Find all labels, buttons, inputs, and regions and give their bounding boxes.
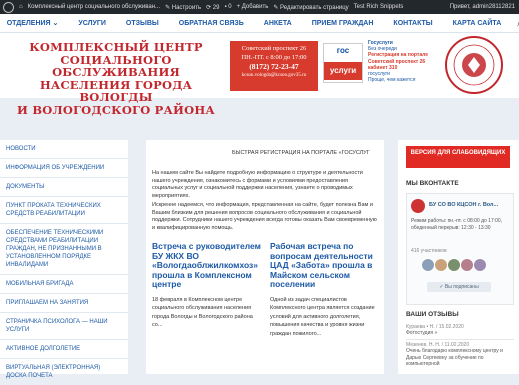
nav-sitemap[interactable]: КАРТА САЙТА xyxy=(453,20,502,27)
intro-paragraph-2: Искренне надеемся, что информация, предс… xyxy=(152,202,377,231)
admin-comments[interactable]: ▪ 0 xyxy=(224,4,231,10)
vk-avatar[interactable] xyxy=(411,199,425,213)
nav-reviews[interactable]: ОТЗЫВЫ xyxy=(126,20,159,27)
main-content: БЫСТРАЯ РЕГИСТРАЦИЯ НА ПОРТАЛЕ «ГОСУСЛУГ… xyxy=(146,140,384,374)
vk-member-avatars xyxy=(421,258,487,272)
admin-edit-page[interactable]: ✎ Редактировать страницу xyxy=(273,4,348,11)
admin-customize[interactable]: ✎ Настроить xyxy=(165,4,201,11)
admin-home-icon[interactable]: ⌂ xyxy=(19,4,23,10)
registration-link[interactable]: БЫСТРАЯ РЕГИСТРАЦИЯ НА ПОРТАЛЕ «ГОСУСЛУГ xyxy=(232,150,370,156)
sidebar-item-honor-board[interactable]: ВИРТУАЛЬНАЯ (ЭЛЕКТРОННАЯ) ДОСКА ПОЧЕТА xyxy=(0,359,128,385)
sidebar-menu: НОВОСТИ ИНФОРМАЦИЯ ОБ УЧРЕЖДЕНИИ ДОКУМЕН… xyxy=(0,140,128,379)
review-text[interactable]: Фотостудия » xyxy=(406,330,514,336)
review-text[interactable]: Очень благодарю комплексному центру и Да… xyxy=(406,348,514,367)
wordpress-icon[interactable] xyxy=(3,1,14,13)
news-excerpt: Одной из задач специалистов Комплексного… xyxy=(270,296,375,337)
sidebar-item-provision[interactable]: ОБЕСПЕЧЕНИЕ ТЕХНИЧЕСКИМИ СРЕДСТВАМИ РЕАБ… xyxy=(0,224,128,275)
nav-feedback[interactable]: ОБРАТНАЯ СВЯЗЬ xyxy=(179,20,244,27)
sidebar-item-psychologist[interactable]: СТРАНИЧКА ПСИХОЛОГА — НАШИ УСЛУГИ xyxy=(0,313,128,340)
contact-phone: (8172) 72-23-47 xyxy=(249,62,299,71)
nav-survey[interactable]: АНКЕТА xyxy=(264,20,292,27)
top-navigation: ОТДЕЛЕНИЯ ⌄ УСЛУГИ ОТЗЫВЫ ОБРАТНАЯ СВЯЗЬ… xyxy=(0,14,519,33)
vk-members[interactable]: 416 участников xyxy=(411,248,447,254)
site-header: КОМПЛЕКСНЫЙ ЦЕНТР СОЦИАЛЬНОГО ОБСЛУЖИВАН… xyxy=(0,33,519,116)
news-excerpt: 18 февраля в Комплексном центре социальн… xyxy=(152,296,253,329)
vk-heading: МЫ ВКОНТАКТЕ xyxy=(406,180,459,187)
contact-address: Советский проспект 26 xyxy=(241,45,307,52)
vk-group-name[interactable]: БУ СО ВО КЦСОН г. Вол... xyxy=(429,202,498,208)
seal-emblem-icon xyxy=(445,36,503,94)
divider xyxy=(406,338,514,340)
nav-services[interactable]: УСЛУГИ xyxy=(78,20,106,27)
news-title[interactable]: Рабочая встреча по вопросам деятельности… xyxy=(270,241,380,290)
right-sidebar: ВЕРСИЯ ДЛЯ СЛАБОВИДЯЩИХ МЫ ВКОНТАКТЕ БУ … xyxy=(398,140,519,374)
admin-snippets[interactable]: Test Rich Snippets xyxy=(354,4,404,10)
vk-schedule: Режим работы: пн.-пт. с 08:00 до 17:00, … xyxy=(411,218,503,231)
admin-bar: ⌂ Комплексный центр социального обслужив… xyxy=(0,0,519,14)
sidebar-item-longevity[interactable]: АКТИВНОЕ ДОЛГОЛЕТИЕ xyxy=(0,340,128,359)
admin-greeting[interactable]: Привет, admin28112821 xyxy=(450,4,515,10)
nav-contacts[interactable]: КОНТАКТЫ xyxy=(393,20,432,27)
gosuslugi-logo[interactable]: гос услуги xyxy=(323,43,363,83)
nav-reception[interactable]: ПРИЕМ ГРАЖДАН xyxy=(312,20,374,27)
vk-subscribed-button[interactable]: ✓ Вы подписаны xyxy=(427,282,491,292)
review-list: Кураева • Н. / 15.02.2020 Фотостудия » М… xyxy=(406,324,514,367)
site-title[interactable]: КОМПЛЕКСНЫЙ ЦЕНТР СОЦИАЛЬНОГО ОБСЛУЖИВАН… xyxy=(16,41,216,116)
contact-email[interactable]: kcson.vologda@kcson.gov35.ru xyxy=(230,71,318,80)
contact-hours: ПН.-ПТ. с 8:00 до 17:00 xyxy=(241,54,307,61)
gosuslugi-info: Госуслуги Без очереди Регистрация на пор… xyxy=(368,40,429,84)
contact-banner: Советский проспект 26 ПН.-ПТ. с 8:00 до … xyxy=(230,41,318,91)
news-item: Встреча с руководителем БУ ЖКХ ВО «Волог… xyxy=(152,241,262,330)
sidebar-item-rental[interactable]: ПУНКТ ПРОКАТА ТЕХНИЧЕСКИХ СРЕДСТВ РЕАБИЛ… xyxy=(0,197,128,224)
intro-paragraph: На нашем сайте Вы найдете подробную инфо… xyxy=(152,170,363,199)
reviews-heading: ВАШИ ОТЗЫВЫ xyxy=(406,311,459,318)
sidebar-item-classes[interactable]: ПРИГЛАШАЕМ НА ЗАНЯТИЯ xyxy=(0,294,128,313)
accessible-version-button[interactable]: ВЕРСИЯ ДЛЯ СЛАБОВИДЯЩИХ xyxy=(406,146,510,168)
vk-widget: БУ СО ВО КЦСОН г. Вол... Режим работы: п… xyxy=(406,193,514,305)
admin-add-new[interactable]: + Добавить xyxy=(237,4,269,10)
sidebar-item-news[interactable]: НОВОСТИ xyxy=(0,140,128,159)
sidebar-item-about[interactable]: ИНФОРМАЦИЯ ОБ УЧРЕЖДЕНИИ xyxy=(0,159,128,178)
admin-site-name[interactable]: Комплексный центр социального обслуживан… xyxy=(28,4,160,10)
sidebar-item-mobile-brigade[interactable]: МОБИЛЬНАЯ БРИГАДА xyxy=(0,275,128,294)
news-title[interactable]: Встреча с руководителем БУ ЖКХ ВО «Волог… xyxy=(152,241,262,290)
news-item: Рабочая встреча по вопросам деятельности… xyxy=(270,241,380,338)
sidebar-item-documents[interactable]: ДОКУМЕНТЫ xyxy=(0,178,128,197)
nav-departments[interactable]: ОТДЕЛЕНИЯ ⌄ xyxy=(7,19,59,27)
admin-updates[interactable]: ⟳ 29 xyxy=(206,4,219,11)
